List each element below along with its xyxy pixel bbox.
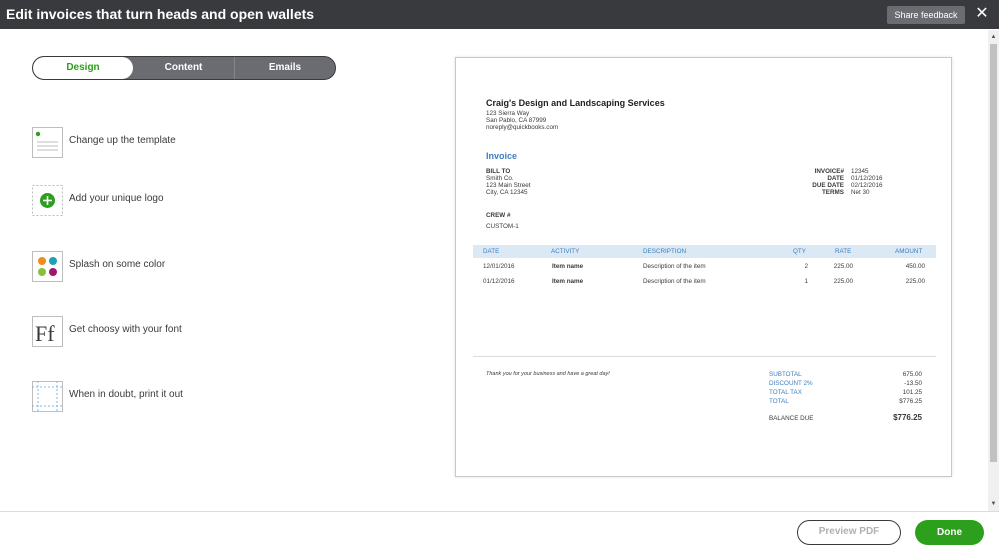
subtotal-value: 675.00	[902, 371, 922, 378]
company-address-line2: San Pablo, CA 87999	[486, 117, 547, 124]
divider	[473, 356, 936, 357]
option-label: Change up the template	[69, 135, 176, 146]
company-name: Craig's Design and Landscaping Services	[486, 98, 665, 108]
done-button[interactable]: Done	[915, 520, 984, 545]
cell-date: 12/01/2016	[483, 263, 515, 270]
option-change-template[interactable]: Change up the template	[32, 127, 272, 159]
meta-value: Net 30	[851, 189, 870, 196]
option-add-logo[interactable]: Add your unique logo	[32, 185, 272, 217]
scrollbar-thumb[interactable]	[990, 44, 997, 462]
meta-label: INVOICE#	[814, 168, 844, 175]
invoice-preview: Craig's Design and Landscaping Services …	[455, 57, 952, 477]
balance-due-label: BALANCE DUE	[769, 415, 814, 422]
scroll-down-icon[interactable]: ▼	[988, 499, 999, 509]
template-icon	[32, 127, 63, 158]
bill-to-line: Smith Co.	[486, 175, 514, 182]
discount-label: DISCOUNT 2%	[769, 380, 813, 387]
window-title: Edit invoices that turn heads and open w…	[6, 6, 315, 22]
preview-pdf-button[interactable]: Preview PDF	[797, 520, 901, 545]
meta-label: TERMS	[821, 189, 844, 196]
cell-amount: 225.00	[905, 278, 925, 285]
cell-qty: 2	[804, 263, 808, 270]
meta-value: 12345	[851, 168, 869, 175]
invoice-message: Thank you for your business and have a g…	[486, 371, 610, 377]
column-header: DATE	[483, 248, 500, 255]
option-print[interactable]: When in doubt, print it out	[32, 381, 272, 413]
crew-label: CREW #	[486, 212, 511, 219]
balance-due-value: $776.25	[893, 413, 922, 422]
cell-qty: 1	[804, 278, 808, 285]
share-feedback-button[interactable]: Share feedback	[887, 6, 965, 24]
svg-text:Ff: Ff	[35, 321, 55, 346]
discount-value: -13.50	[904, 380, 922, 387]
company-address-line1: 123 Sierra Way	[486, 110, 530, 117]
add-logo-icon	[32, 185, 63, 216]
cell-rate: 225.00	[833, 278, 853, 285]
color-palette-icon	[32, 251, 63, 282]
option-color[interactable]: Splash on some color	[32, 251, 272, 283]
total-label: TOTAL	[769, 398, 789, 405]
option-label: When in doubt, print it out	[69, 389, 183, 400]
column-header: ACTIVITY	[551, 248, 580, 255]
column-header: AMOUNT	[895, 248, 923, 255]
meta-label: DUE DATE	[812, 182, 844, 189]
cell-date: 01/12/2016	[483, 278, 515, 285]
print-margins-icon	[32, 381, 63, 412]
editor-tabs: Design Content Emails	[32, 56, 336, 80]
crew-value: CUSTOM-1	[486, 223, 519, 230]
tab-design[interactable]: Design	[33, 57, 133, 79]
total-value: $776.25	[899, 398, 922, 405]
subtotal-label: SUBTOTAL	[769, 371, 802, 378]
company-email: noreply@quickbooks.com	[486, 124, 559, 131]
cell-activity: Item name	[552, 278, 584, 285]
cell-activity: Item name	[552, 263, 584, 270]
meta-label: DATE	[827, 175, 844, 182]
meta-value: 02/12/2016	[851, 182, 883, 189]
font-icon: Ff	[32, 316, 63, 347]
meta-value: 01/12/2016	[851, 175, 883, 182]
close-icon[interactable]: ✕	[974, 5, 990, 23]
tab-content[interactable]: Content	[133, 57, 235, 79]
cell-description: Description of the item	[643, 263, 706, 270]
footer-divider	[0, 511, 999, 512]
cell-rate: 225.00	[833, 263, 853, 270]
cell-amount: 450.00	[905, 263, 925, 270]
cell-description: Description of the item	[643, 278, 706, 285]
bill-to-label: BILL TO	[486, 168, 511, 175]
scrollbar[interactable]: ▲ ▼	[988, 30, 999, 511]
option-font[interactable]: Ff Get choosy with your font	[32, 316, 272, 348]
option-label: Get choosy with your font	[69, 324, 182, 335]
invoice-title: Invoice	[486, 151, 518, 161]
total-tax-value: 101.25	[902, 389, 922, 396]
tab-emails[interactable]: Emails	[235, 57, 335, 79]
bill-to-line: City, CA 12345	[486, 189, 528, 196]
option-label: Add your unique logo	[69, 193, 164, 204]
bill-to-line: 123 Main Street	[486, 182, 531, 189]
title-bar: Edit invoices that turn heads and open w…	[0, 0, 999, 29]
scroll-up-icon[interactable]: ▲	[988, 32, 999, 42]
option-label: Splash on some color	[69, 259, 166, 270]
column-header: DESCRIPTION	[643, 248, 687, 255]
column-header: QTY	[793, 248, 806, 255]
table-header: DATE ACTIVITY DESCRIPTION QTY RATE AMOUN…	[473, 245, 936, 258]
total-tax-label: TOTAL TAX	[769, 389, 802, 396]
column-header: RATE	[835, 248, 852, 255]
